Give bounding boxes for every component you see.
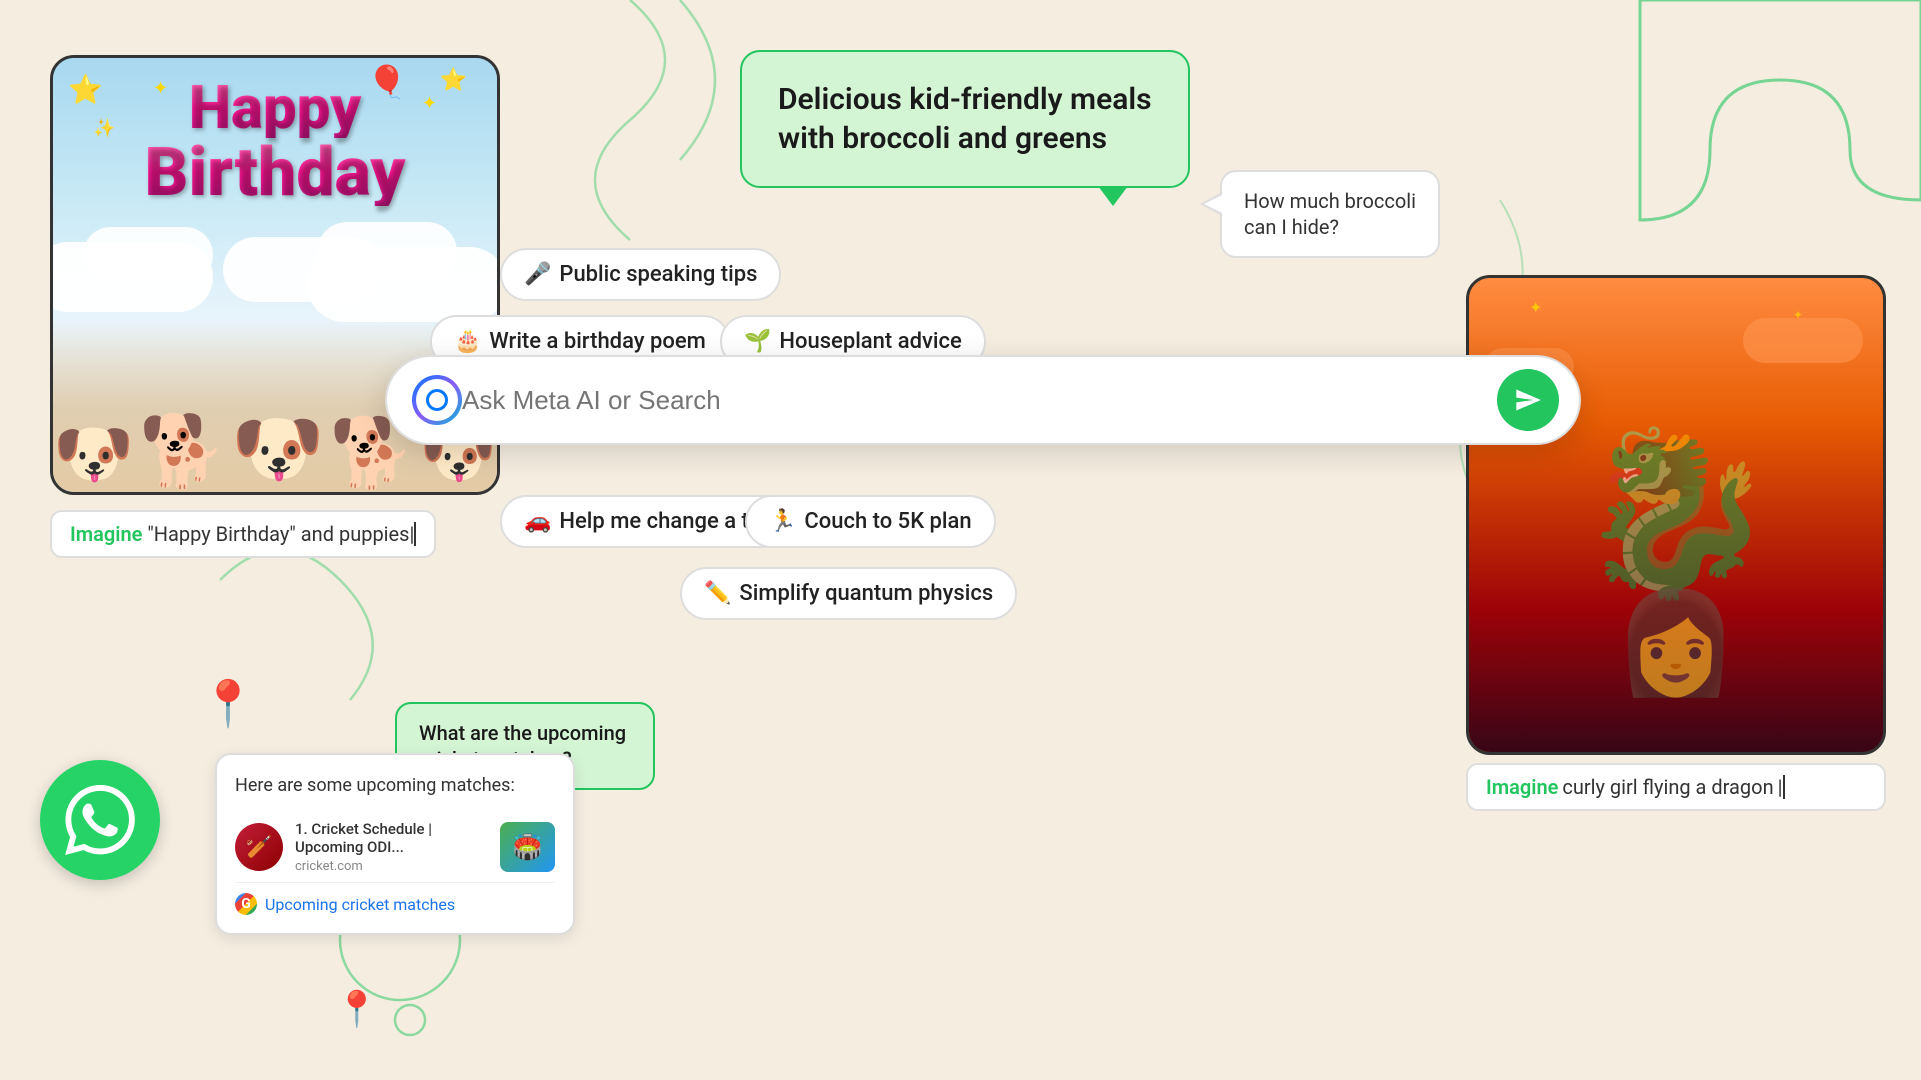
change-tire-label: Help me change a tire: [559, 509, 773, 534]
couch-icon: 🏃: [769, 509, 796, 534]
google-icon: G: [235, 893, 257, 915]
cloud-2: [83, 227, 213, 282]
birthday-caption-imagine: Imagine: [70, 522, 142, 546]
cricket-results-card: Here are some upcoming matches: 🏏 1. Cri…: [215, 753, 575, 935]
couch-5k-pill[interactable]: 🏃 Couch to 5K plan: [745, 495, 996, 548]
result-title: 1.: [295, 820, 311, 838]
kid-meals-bubble: Delicious kid-friendly meals with brocco…: [740, 50, 1190, 188]
cricket-result-item[interactable]: 🏏 1. Cricket Schedule | Upcoming ODI... …: [235, 812, 555, 883]
quantum-pill[interactable]: ✏️ Simplify quantum physics: [680, 567, 1017, 620]
cricket-intro: Here are some upcoming matches:: [235, 775, 515, 796]
whatsapp-icon[interactable]: [40, 760, 160, 880]
broccoli-bubble: How much broccoli can I hide?: [1220, 170, 1440, 258]
confetti-2: ✦: [422, 93, 437, 114]
meta-ai-logo: [412, 375, 462, 425]
star-decoration-3: ✨: [93, 118, 115, 139]
cricket-result-title: Cricket Schedule | Upcoming ODI...: [295, 820, 432, 856]
dragon-emoji: 🐉: [1576, 435, 1775, 595]
result-thumbnail: 🏟️: [500, 822, 555, 872]
dragon-star-1: ✦: [1529, 298, 1542, 317]
puppy-1: 🐶: [53, 422, 134, 487]
dragon-card: 🐉 👩 ✦ ✦: [1466, 275, 1886, 755]
search-input[interactable]: [462, 385, 1497, 416]
dragon-caption-imagine: Imagine: [1486, 775, 1558, 799]
star-decoration-2: ⭐: [440, 68, 467, 93]
google-link-text: Upcoming cricket matches: [265, 895, 455, 914]
dragon-star-2: ✦: [1793, 308, 1803, 322]
cricket-intro-text: Here are some upcoming matches:: [235, 773, 555, 798]
location-pin-1: 📍: [200, 677, 256, 730]
houseplant-icon: 🌱: [744, 329, 771, 354]
search-bar: [385, 355, 1581, 445]
quantum-icon: ✏️: [704, 581, 731, 606]
send-icon: [1514, 386, 1542, 414]
cloud-5: [223, 237, 383, 302]
girl-emoji: 👩: [1614, 585, 1739, 702]
public-speaking-label: Public speaking tips: [559, 262, 757, 287]
cricket-logo: 🏏: [235, 823, 283, 871]
dragon-cloud-1: [1743, 318, 1863, 363]
send-button[interactable]: [1497, 369, 1559, 431]
birthday-card-line1: Happy: [145, 78, 406, 138]
cricket-domain: cricket.com: [295, 859, 488, 874]
couch-5k-label: Couch to 5K plan: [804, 509, 971, 534]
dragon-caption-text: curly girl flying a dragon: [1562, 775, 1773, 799]
quantum-label: Simplify quantum physics: [739, 581, 993, 606]
whatsapp-logo: [65, 785, 135, 855]
birthday-poem-icon: 🎂: [454, 329, 481, 354]
location-pin-2: 📍: [335, 989, 379, 1030]
public-speaking-pill[interactable]: 🎤 Public speaking tips: [500, 248, 781, 301]
birthday-card-line2: Birthday: [145, 138, 406, 206]
houseplant-label: Houseplant advice: [779, 329, 961, 354]
public-speaking-icon: 🎤: [524, 262, 551, 287]
tire-icon: 🚗: [524, 509, 551, 534]
birthday-caption-text: "Happy Birthday" and puppies: [142, 522, 409, 546]
birthday-caption: Imagine "Happy Birthday" and puppies|: [50, 510, 436, 558]
kid-meals-text: Delicious kid-friendly meals with brocco…: [778, 82, 1152, 156]
puppy-2: 🐕: [139, 417, 226, 487]
birthday-poem-label: Write a birthday poem: [489, 329, 705, 354]
dragon-caption: Imagine curly girl flying a dragon|: [1466, 763, 1886, 811]
star-decoration-1: ⭐: [68, 73, 103, 106]
cricket-result-info: 1. Cricket Schedule | Upcoming ODI... cr…: [295, 820, 488, 874]
google-search-link[interactable]: G Upcoming cricket matches: [235, 893, 555, 915]
puppy-3: 🐶: [231, 412, 324, 487]
broccoli-text: How much broccoli can I hide?: [1244, 189, 1416, 239]
